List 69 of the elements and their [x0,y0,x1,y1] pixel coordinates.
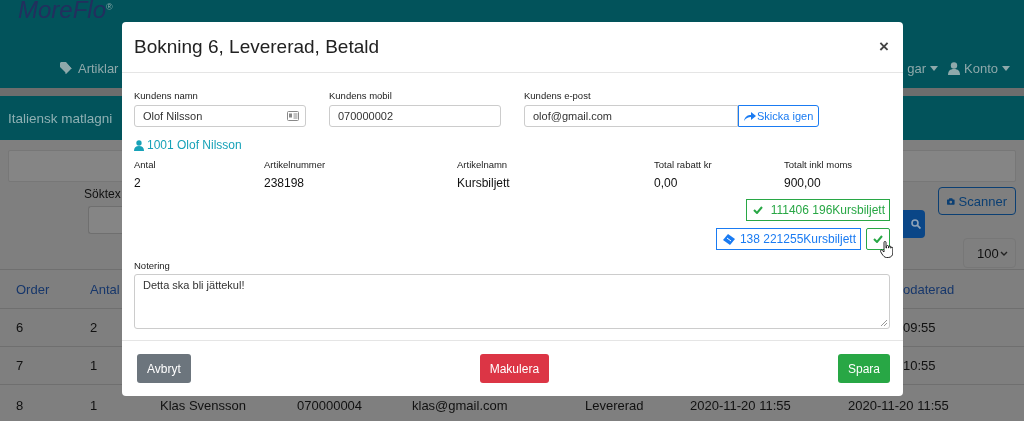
caret-icon [930,65,938,71]
check-icon [873,235,883,243]
resend-button[interactable]: Skicka igen [738,105,820,127]
logo: MoreFlo$^{®}$ [17,0,113,25]
search-field[interactable] [88,206,122,234]
page-title: Italiensk matlagni [8,110,113,126]
table-cell: 1 [90,358,98,373]
dialog-title: Bokning 6, Levererad, Betald [134,36,380,58]
detail-value: Kursbiljett [457,176,511,190]
note-textarea[interactable]: Detta ska bli jättekul! [134,274,890,329]
search-button[interactable] [903,210,925,238]
detail-value: 238198 [264,176,306,190]
tag-icon [60,62,74,74]
field-label: Notering [134,259,171,272]
table-cell-text: 6 [15,320,25,335]
camera-icon [947,195,955,207]
detail-label: Totalt inkl moms [784,158,854,171]
contact-card-icon [287,111,299,121]
chevron-icon [1000,250,1008,256]
caret-icon [1002,65,1010,71]
search-icon [911,219,921,229]
save-button[interactable]: Spara [837,354,890,383]
table-cell-text: 2020-11-20 11:55 [848,398,950,413]
detail-value: 900,00 [784,176,822,190]
detail-label: Antal [134,158,157,171]
table-cell-text: 7 [15,358,25,373]
table-cell-text: Levererad [585,398,645,413]
void-button[interactable]: Makulera [479,354,550,383]
nav-menu-item[interactable]: Konto [948,60,1010,76]
customer-link[interactable]: 1001 Olof Nilsson [134,138,242,152]
ticket-badge: 111406 196Kursbiljett [745,199,890,221]
user-icon [134,139,144,151]
column-header[interactable]: Order [0,281,90,297]
scanner-button[interactable]: Scanner [938,187,1016,215]
user-icon [948,61,960,75]
ticket-icon [722,233,735,245]
detail-label: Artikelnamn [457,158,509,171]
input-field[interactable]: olof@gmail.com [524,105,738,127]
ticket-badge[interactable]: 138 221255Kursbiljett [715,228,861,250]
detail-value: 0,00 [654,176,679,190]
table-cell-text: Klas Svensson [160,398,247,413]
table-cell-text: 1 [90,398,99,413]
table-cell-text: 09:55 [903,320,937,335]
detail-value: 2 [134,176,142,190]
field-label: Kundens e-post [524,89,592,102]
table-cell-text: 2020-11-20 11:55 [690,398,792,413]
detail-label: Total rabatt kr [654,158,713,171]
field-label: Kundens namn [134,89,199,102]
input-field[interactable]: 070000002 [329,105,501,127]
input-field[interactable]: Olof Nilsson [134,105,306,127]
resize-grip-icon [880,319,887,326]
hand-cursor-icon [880,241,893,258]
share-arrow-icon [744,111,756,121]
field-label: Kundens mobil [329,89,393,102]
table-cell-text: klas@gmail.com [412,398,509,413]
close-button[interactable]: × [877,37,891,57]
check-icon [752,206,763,214]
search-label: Söktex [84,186,122,203]
column-header[interactable]: odaterad [903,281,1024,297]
table-cell-text: 8 [16,398,25,413]
cancel-button[interactable]: Avbryt [137,354,191,383]
detail-label: Artikelnummer [264,158,327,171]
table-cell-text: 10:55 [903,358,937,373]
confirm-button[interactable] [866,228,890,250]
column-header[interactable]: Antal [90,281,120,297]
table-cell: 2 [90,320,98,335]
page-size-select[interactable]: 100 [963,238,1016,268]
table-cell-text: 070000004 [297,398,364,413]
nav-menu-item[interactable]: gar [907,60,938,76]
